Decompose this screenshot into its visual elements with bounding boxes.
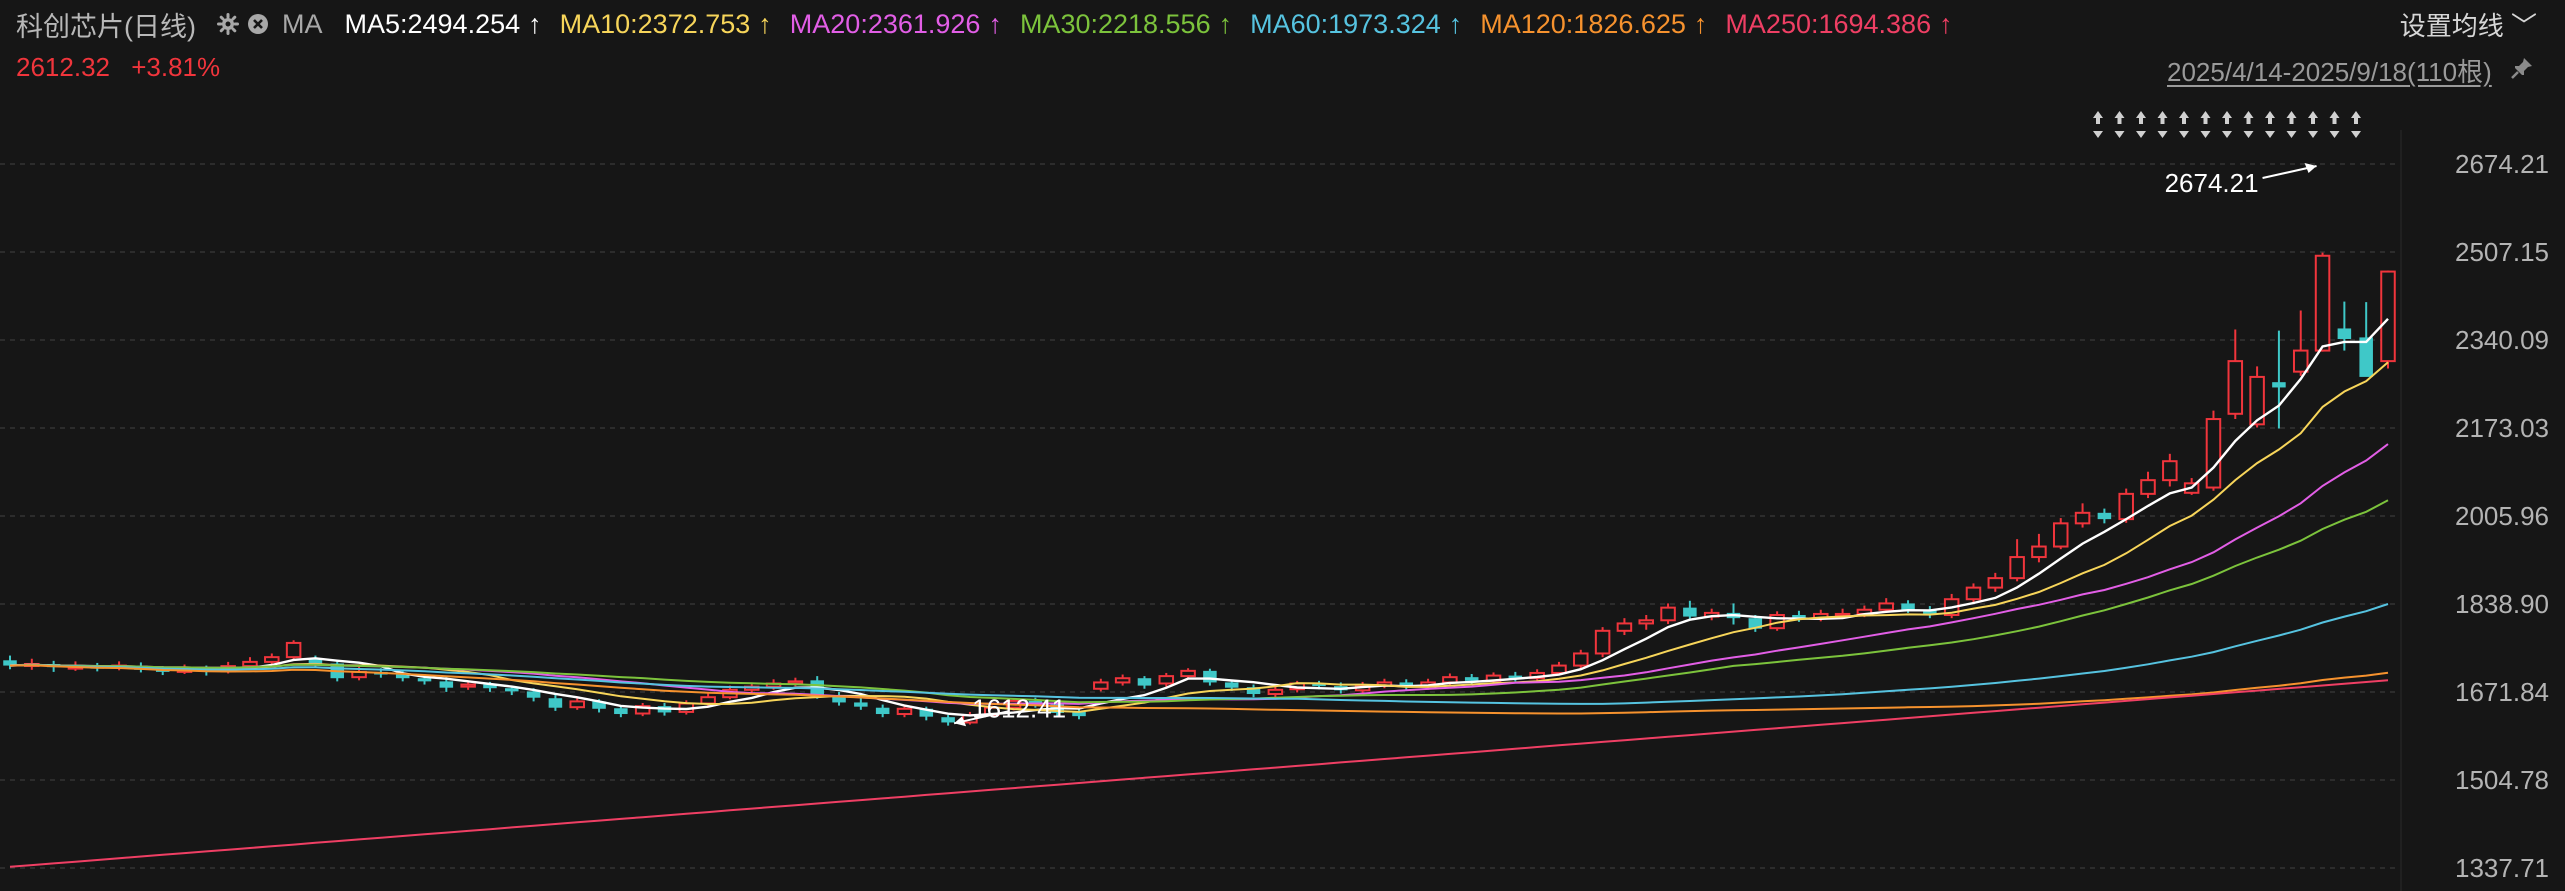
candle-body[interactable] <box>700 696 716 705</box>
y-tick-label: 1838.90 <box>2455 589 2549 619</box>
candle-body[interactable] <box>1594 629 1611 655</box>
candle-body[interactable] <box>417 678 432 682</box>
event-marker-icon[interactable] <box>2222 111 2232 138</box>
candle-body[interactable] <box>2272 382 2286 388</box>
candle-body[interactable] <box>896 707 913 716</box>
candle-body[interactable] <box>2292 349 2309 373</box>
ma-line-1 <box>9 361 2389 713</box>
candle-body[interactable] <box>1683 607 1697 617</box>
candlestick-chart[interactable]: 2674.21 2507.15 2340.09 2173.03 2005.96 1838.… <box>0 0 2565 891</box>
y-tick-label: 2173.03 <box>2455 413 2549 443</box>
candle-body[interactable] <box>1093 681 1109 690</box>
candle-body[interactable] <box>614 708 628 715</box>
candle-body[interactable] <box>2140 479 2156 495</box>
candle-body[interactable] <box>2380 270 2396 363</box>
high-annotation: 2674.21 <box>2165 168 2259 198</box>
candle-body[interactable] <box>2031 545 2047 559</box>
candle-body[interactable] <box>854 702 868 707</box>
candle-body[interactable] <box>941 717 955 723</box>
candle-body[interactable] <box>1464 677 1479 681</box>
candle-body[interactable] <box>2074 511 2091 525</box>
event-marker-icon[interactable] <box>2329 111 2340 138</box>
candle-body[interactable] <box>1114 677 1131 684</box>
candle-body[interactable] <box>264 656 280 663</box>
candle-body[interactable] <box>569 700 585 709</box>
candle-body[interactable] <box>242 660 258 668</box>
candle-body[interactable] <box>1267 688 1284 696</box>
candle-body[interactable] <box>285 641 302 659</box>
y-tick-label: 1671.84 <box>2455 677 2549 707</box>
candle-body[interactable] <box>2162 460 2178 482</box>
y-tick-label: 1504.78 <box>2455 765 2549 795</box>
event-marker-icon[interactable] <box>2136 111 2146 138</box>
candle-body[interactable] <box>2359 337 2373 377</box>
candle-body[interactable] <box>2205 418 2222 489</box>
low-annotation: 1612.41 <box>972 693 1066 723</box>
candle-body[interactable] <box>2227 360 2244 415</box>
candle-body[interactable] <box>787 680 804 685</box>
candle-body[interactable] <box>875 707 890 715</box>
event-marker-icon[interactable] <box>2157 111 2168 138</box>
event-marker-icon[interactable] <box>2286 111 2297 138</box>
candle-body[interactable] <box>1987 577 2004 589</box>
event-marker-icon[interactable] <box>2243 111 2254 138</box>
candle-body[interactable] <box>439 681 454 688</box>
candle-body[interactable] <box>1878 602 1894 611</box>
candle-body[interactable] <box>505 688 519 692</box>
chart-stage: 科创芯片(日线) MA MA5:2494.254 ↑ MA10:2372.753… <box>0 0 2565 891</box>
candle-body[interactable] <box>2097 512 2112 520</box>
candle-body[interactable] <box>2337 328 2352 339</box>
candle-body[interactable] <box>2009 556 2025 580</box>
candle-body[interactable] <box>1660 606 1676 622</box>
event-marker-icon[interactable] <box>2093 111 2103 138</box>
candle-body[interactable] <box>526 691 541 698</box>
event-marker-icon[interactable] <box>2114 111 2125 138</box>
candle-body[interactable] <box>1616 622 1633 632</box>
event-marker-icon[interactable] <box>2308 111 2318 138</box>
y-tick-label: 2674.21 <box>2455 149 2549 179</box>
y-tick-label: 2005.96 <box>2455 501 2549 531</box>
y-tick-label: 2340.09 <box>2455 325 2549 355</box>
candle-body[interactable] <box>1573 652 1589 667</box>
y-tick-label: 1337.71 <box>2455 853 2549 883</box>
candle-body[interactable] <box>1137 678 1152 686</box>
candle-body[interactable] <box>460 683 476 688</box>
candle-body[interactable] <box>1901 603 1915 610</box>
event-marker-icon[interactable] <box>2265 111 2275 138</box>
candle-body[interactable] <box>2314 254 2331 352</box>
y-tick-label: 2507.15 <box>2455 237 2549 267</box>
event-marker-icon[interactable] <box>2179 111 2189 138</box>
candle-body[interactable] <box>1203 670 1217 683</box>
candle-body[interactable] <box>2052 522 2069 548</box>
event-marker-icon[interactable] <box>2200 111 2211 138</box>
candle-body[interactable] <box>548 698 563 708</box>
ma-line-5 <box>9 664 2389 715</box>
candle-body[interactable] <box>1180 669 1196 678</box>
event-marker-icon[interactable] <box>2351 111 2361 138</box>
ma-line-0 <box>9 317 2389 717</box>
candle-body[interactable] <box>1224 682 1239 688</box>
candle-body[interactable] <box>1551 664 1567 674</box>
candle-body[interactable] <box>1638 619 1655 625</box>
candle-body[interactable] <box>1158 675 1175 685</box>
ma-line-4 <box>9 603 2389 705</box>
candle-body[interactable] <box>1965 586 1982 601</box>
